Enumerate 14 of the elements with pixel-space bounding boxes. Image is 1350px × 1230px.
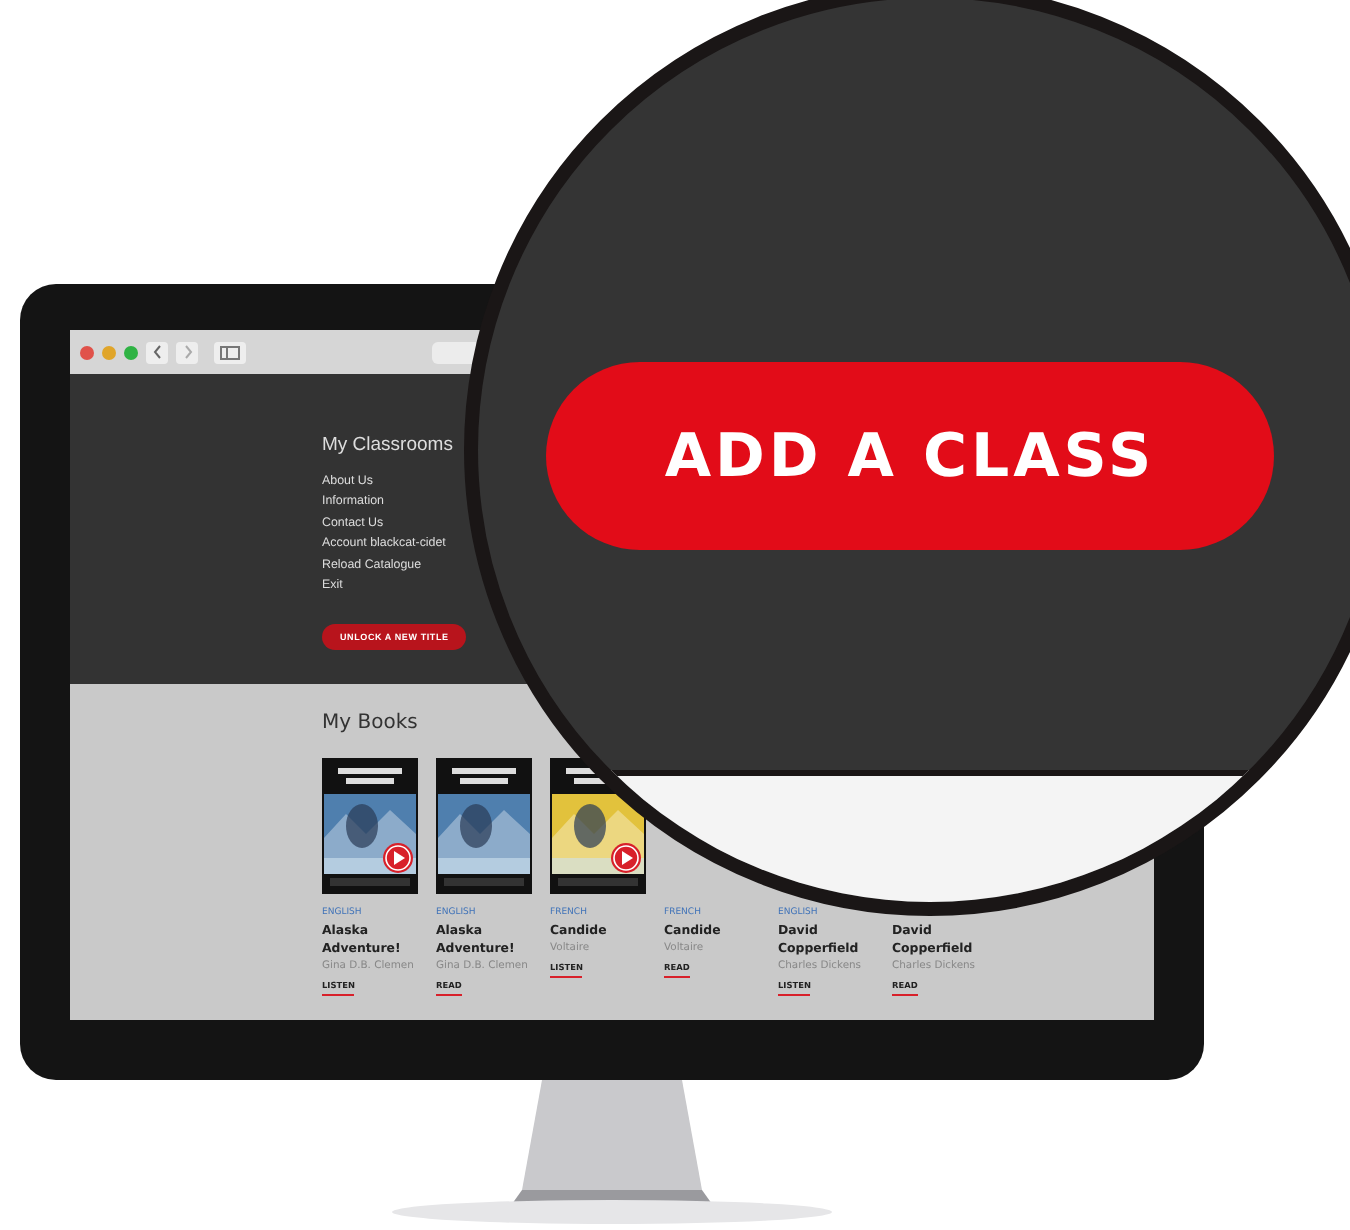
back-button[interactable] xyxy=(146,341,168,363)
play-icon[interactable] xyxy=(610,842,642,874)
chevron-left-icon xyxy=(151,344,163,360)
play-icon[interactable] xyxy=(382,842,414,874)
sidebar-icon xyxy=(220,345,240,359)
add-class-button[interactable]: ADD A CLASS xyxy=(546,362,1274,550)
chevron-right-icon xyxy=(181,344,193,360)
address-bar[interactable] xyxy=(432,341,476,363)
sidebar-button[interactable] xyxy=(214,341,246,363)
section-title: My Books xyxy=(322,712,420,734)
book-cover[interactable] xyxy=(322,758,418,894)
book-cover[interactable] xyxy=(436,758,532,894)
section-title: My Classrooms xyxy=(322,434,453,456)
close-icon[interactable] xyxy=(80,345,94,359)
